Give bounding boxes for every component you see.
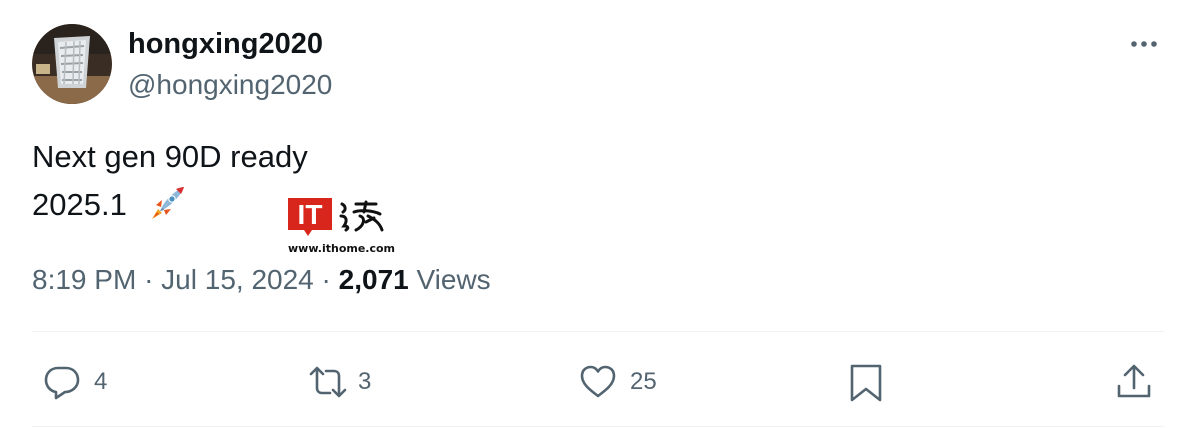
divider <box>32 426 1164 427</box>
reply-count: 4 <box>94 368 108 395</box>
views-count: 2,071 <box>338 264 409 295</box>
retweet-button[interactable]: 3 <box>308 362 371 402</box>
tweet-meta: 8:19 PM · Jul 15, 2024 · 2,071 Views <box>32 262 491 298</box>
avatar[interactable] <box>32 24 112 104</box>
like-icon <box>580 365 616 398</box>
ithome-logo-icon: IT <box>288 198 384 236</box>
reply-icon <box>44 366 80 400</box>
like-button[interactable]: 25 <box>578 362 657 402</box>
tweet-time[interactable]: 8:19 PM <box>32 264 136 295</box>
share-icon <box>1117 364 1151 398</box>
divider <box>32 331 1164 332</box>
reply-button[interactable]: 4 <box>42 362 107 402</box>
retweet-count: 3 <box>358 368 372 395</box>
watermark-logo: IT www.ithome.com <box>286 196 395 256</box>
watermark-url: www.ithome.com <box>288 242 396 255</box>
bookmark-icon <box>850 364 882 402</box>
retweet-icon <box>309 366 347 398</box>
tweet-text-line: Next gen 90D ready <box>32 139 308 174</box>
more-icon <box>1131 41 1157 47</box>
bookmark-button[interactable] <box>846 362 886 402</box>
more-options-button[interactable] <box>1124 30 1164 60</box>
share-button[interactable] <box>1114 362 1154 402</box>
watermark-logo-text: IT <box>298 199 323 230</box>
avatar-image <box>32 24 112 104</box>
tweet-date[interactable]: Jul 15, 2024 <box>161 264 314 295</box>
like-count: 25 <box>630 368 657 395</box>
meta-separator: · <box>321 264 331 295</box>
user-handle[interactable]: @hongxing2020 <box>128 67 332 103</box>
views-label: Views <box>416 264 491 295</box>
display-name[interactable]: hongxing2020 <box>128 26 323 62</box>
tweet-text-line: 2025.1 <box>32 187 127 222</box>
rocket-emoji-icon <box>152 187 184 219</box>
meta-separator: · <box>144 264 154 295</box>
